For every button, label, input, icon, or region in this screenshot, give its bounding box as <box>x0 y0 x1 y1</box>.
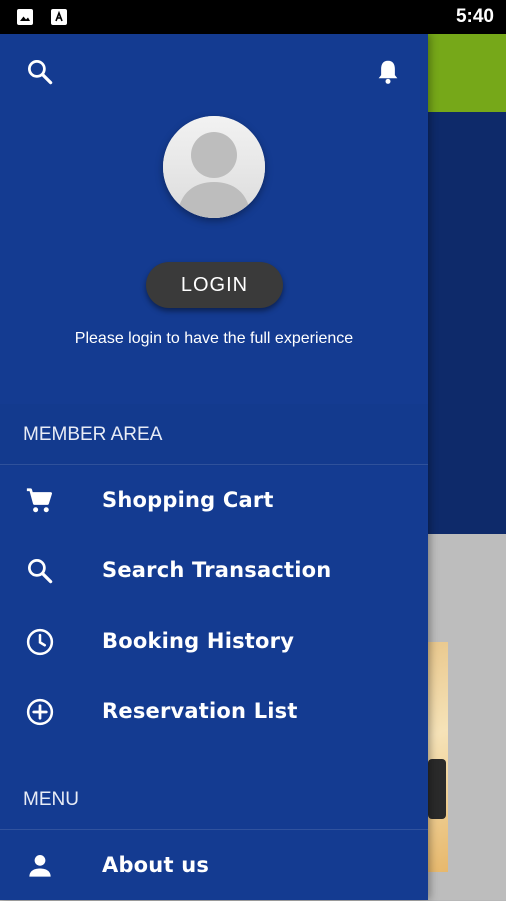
search-icon <box>24 555 56 587</box>
menu-item-label: Search Transaction <box>102 558 332 582</box>
background-card <box>428 642 448 872</box>
avatar-placeholder-icon <box>163 116 265 218</box>
text-a-icon <box>51 9 67 25</box>
menu-item-reservation-list[interactable]: Reservation List <box>0 677 428 747</box>
person-icon <box>24 850 56 882</box>
background-header <box>428 34 506 112</box>
menu-heading: MENU <box>23 789 79 810</box>
login-button[interactable]: LOGIN <box>146 262 283 308</box>
status-bar: 5:40 <box>0 0 506 34</box>
gallery-icon <box>17 9 33 25</box>
search-icon[interactable] <box>24 56 56 88</box>
background-banner <box>428 112 506 534</box>
background-card-graphic <box>428 759 446 819</box>
cart-icon <box>24 485 56 517</box>
login-hint-text: Please login to have the full experience <box>74 330 354 347</box>
menu-item-label: Booking History <box>102 629 295 653</box>
bell-icon[interactable] <box>372 56 404 88</box>
member-area-heading: MEMBER AREA <box>0 404 428 466</box>
menu-item-label: Shopping Cart <box>102 488 274 512</box>
menu-item-search-transaction[interactable]: Search Transaction <box>0 536 428 606</box>
add-circle-icon <box>24 696 56 728</box>
navigation-drawer: LOGIN Please login to have the full expe… <box>0 34 428 900</box>
divider <box>0 829 428 830</box>
menu-item-booking-history[interactable]: Booking History <box>0 607 428 677</box>
menu-item-label: Reservation List <box>102 699 298 723</box>
menu-item-about-us[interactable]: About us <box>0 831 428 901</box>
avatar[interactable] <box>163 116 265 218</box>
menu-item-shopping-cart[interactable]: Shopping Cart <box>0 466 428 536</box>
menu-item-label: About us <box>102 853 210 877</box>
clock-icon <box>24 626 56 658</box>
status-time: 5:40 <box>455 6 494 27</box>
divider <box>0 464 428 465</box>
